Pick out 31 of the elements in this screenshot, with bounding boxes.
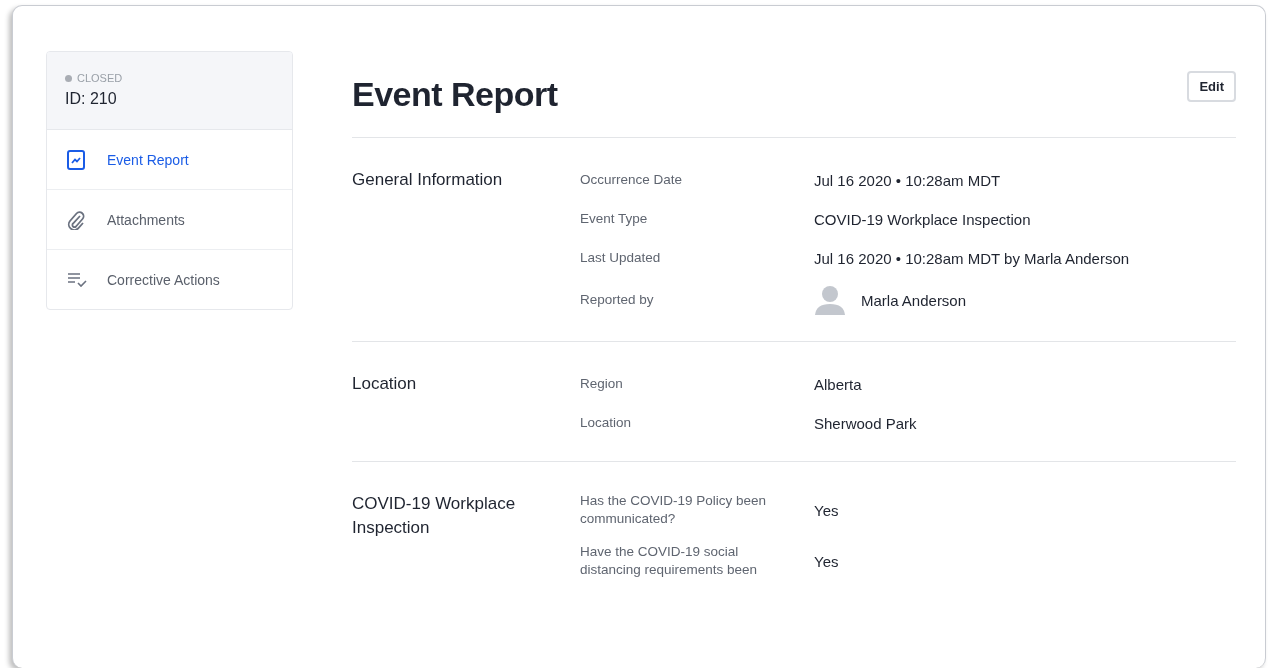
section-title: General Information bbox=[352, 169, 504, 191]
field-label: Has the COVID-19 Policy been communicated? bbox=[580, 492, 768, 528]
field-value: Yes bbox=[814, 501, 839, 519]
field-label: Have the COVID-19 social distancing requirements been bbox=[580, 543, 759, 579]
section-title: Location bbox=[352, 373, 418, 395]
section-title: COVID-19 Workplace Inspection bbox=[352, 493, 517, 539]
field-value: COVID-19 Workplace Inspection bbox=[814, 210, 1031, 228]
status-label: CLOSED bbox=[77, 72, 123, 84]
field-value: Alberta bbox=[814, 375, 862, 393]
field-label: Occurrence Date bbox=[580, 171, 684, 189]
edit-button[interactable]: Edit bbox=[1187, 70, 1236, 102]
chart-document-icon bbox=[67, 149, 85, 170]
status-dot-icon bbox=[65, 74, 72, 82]
field-value: Yes bbox=[814, 552, 839, 570]
sidebar-item[interactable]: Attachments bbox=[47, 190, 292, 250]
sidebar-item[interactable]: Event Report bbox=[47, 130, 292, 190]
field-value: Sherwood Park bbox=[814, 414, 917, 432]
field-value: Marla Anderson bbox=[861, 291, 967, 309]
record-id: ID: 210 bbox=[65, 90, 118, 108]
field-value: Jul 16 2020 • 10:28am MDT by Marla Anderson bbox=[814, 249, 1130, 267]
field-label: Location bbox=[580, 414, 633, 432]
page-title: Event Report bbox=[352, 74, 558, 114]
avatar-icon bbox=[814, 285, 846, 315]
sidebar-item[interactable]: Corrective Actions bbox=[47, 250, 292, 309]
field-label: Reported by bbox=[580, 291, 655, 309]
field-label: Event Type bbox=[580, 210, 649, 228]
field-label: Last Updated bbox=[580, 249, 662, 267]
field-label: Region bbox=[580, 375, 624, 393]
checklist-icon bbox=[67, 271, 87, 288]
field-value: Jul 16 2020 • 10:28am MDT bbox=[814, 171, 1001, 189]
paperclip-icon bbox=[67, 209, 85, 230]
